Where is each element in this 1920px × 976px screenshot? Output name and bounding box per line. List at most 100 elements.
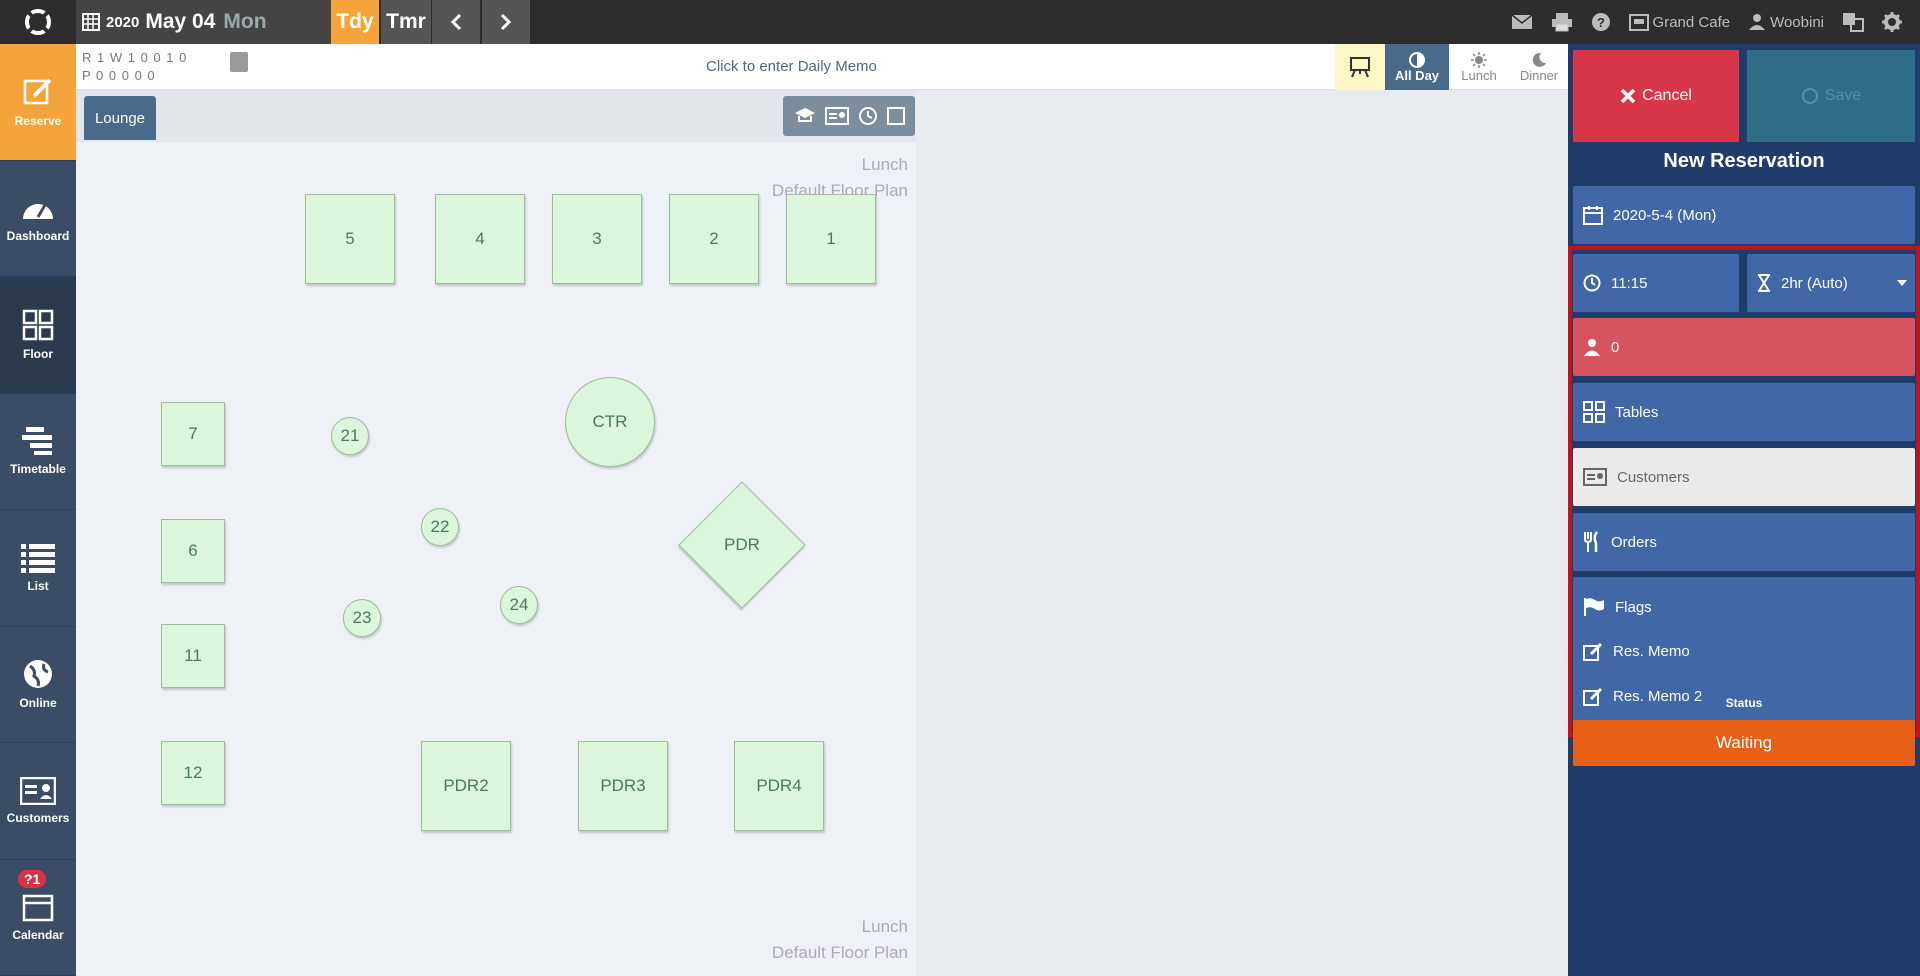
reservation-time-field[interactable]: 11:15 [1573, 254, 1739, 312]
reservation-date-value: 2020-5-4 (Mon) [1613, 206, 1717, 224]
mail-icon[interactable] [1511, 14, 1533, 30]
table-pdr[interactable]: PDR [678, 481, 806, 609]
shift-label-dinner: Dinner [1519, 67, 1559, 83]
timetable-icon [22, 427, 52, 456]
table-5[interactable]: 5 [305, 194, 395, 284]
table-23[interactable]: 23 [343, 599, 381, 637]
language-icon[interactable] [1842, 12, 1864, 32]
sidebar-item-timetable[interactable]: Timetable [0, 394, 76, 510]
customers-field[interactable]: Customers [1573, 448, 1915, 506]
user-menu[interactable]: Woobini [1748, 13, 1824, 31]
clock-icon[interactable] [858, 106, 878, 126]
easel-icon [1350, 57, 1370, 78]
sidebar-item-customers[interactable]: Customers [0, 743, 76, 860]
sidebar-item-calendar[interactable]: ?1 Calendar [0, 860, 76, 976]
next-day-button[interactable] [482, 0, 530, 44]
app-logo-icon[interactable] [0, 0, 76, 44]
table-1[interactable]: 1 [786, 194, 876, 284]
sidebar-item-floor[interactable]: Floor [0, 277, 76, 394]
reservation-date-field[interactable]: 2020-5-4 (Mon) [1573, 186, 1915, 244]
sidebar-item-dashboard[interactable]: Dashboard [0, 161, 76, 277]
sidebar-label-floor: Floor [23, 346, 53, 361]
reservation-time-value: 11:15 [1611, 274, 1648, 292]
today-button[interactable]: Tdy [331, 0, 379, 44]
shift-all-day[interactable]: All Day [1385, 44, 1449, 90]
half-circle-icon [1409, 51, 1425, 68]
sidebar-item-list[interactable]: List [0, 510, 76, 627]
floor-plan-footer: Lunch Default Floor Plan [772, 914, 908, 966]
table-21[interactable]: 21 [331, 417, 369, 455]
dashboard-icon [23, 204, 53, 220]
cancel-label: Cancel [1642, 87, 1692, 104]
date-month-day: May 04 [145, 10, 216, 33]
tables-label: Tables [1615, 403, 1659, 421]
user-icon [1749, 14, 1766, 30]
date-picker[interactable]: 2020 May 04 Mon [76, 0, 331, 44]
sidebar-item-online[interactable]: Online [0, 627, 76, 743]
main-sidebar: Reserve Dashboard Floor Timetable List O… [0, 44, 76, 976]
tab-lounge[interactable]: Lounge [84, 96, 156, 140]
daily-memo-link[interactable]: Click to enter Daily Memo [706, 58, 877, 75]
save-label: Save [1824, 87, 1862, 104]
sidebar-label-online: Online [19, 696, 57, 711]
table-11[interactable]: 11 [161, 624, 225, 688]
globe-icon [24, 660, 52, 689]
table-22[interactable]: 22 [421, 508, 459, 546]
tables-grid-icon [1583, 401, 1605, 423]
memo-count-icon[interactable] [230, 52, 248, 72]
chevron-down-icon [1897, 280, 1907, 286]
id-card-icon[interactable] [824, 107, 849, 125]
calendar-icon [1583, 206, 1603, 225]
customers-label: Customers [1617, 468, 1690, 486]
orders-field[interactable]: Orders [1573, 513, 1915, 571]
status-button[interactable]: Waiting [1573, 720, 1915, 766]
table-4[interactable]: 4 [435, 194, 525, 284]
table-12[interactable]: 12 [161, 741, 225, 805]
plan-shift-bottom: Lunch [861, 917, 908, 936]
person-icon [1584, 339, 1600, 356]
status-label: Status [1725, 696, 1763, 710]
help-icon[interactable]: ? [1591, 12, 1611, 32]
page-title: New Reservation [1663, 150, 1825, 172]
prev-day-button[interactable] [432, 0, 480, 44]
sidebar-label-list: List [27, 578, 49, 593]
sidebar-label-reserve: Reserve [14, 113, 62, 128]
sun-icon [1471, 51, 1487, 68]
sidebar-label-customers: Customers [6, 810, 70, 825]
sidebar-item-reserve[interactable]: Reserve [0, 44, 76, 161]
tables-field[interactable]: Tables [1573, 383, 1915, 441]
id-card-icon [1583, 468, 1607, 486]
table-pdr2[interactable]: PDR2 [421, 741, 511, 831]
res-memo-field[interactable]: Res. Memo [1583, 642, 1690, 662]
duration-dropdown[interactable]: 2hr (Auto) [1747, 254, 1915, 312]
shift-dinner[interactable]: Dinner [1509, 44, 1569, 90]
print-icon[interactable] [1551, 12, 1573, 32]
square-icon[interactable] [886, 107, 905, 125]
table-2[interactable]: 2 [669, 194, 759, 284]
floor-plan-area: Lounge Lunch Default Floor Plan Lunch De… [76, 90, 916, 976]
settings-gear-icon[interactable] [1882, 12, 1902, 32]
table-pdr4[interactable]: PDR4 [734, 741, 824, 831]
layout-toggle-button[interactable] [1335, 44, 1385, 90]
table-3[interactable]: 3 [552, 194, 642, 284]
table-6[interactable]: 6 [161, 519, 225, 583]
plan-shift-top: Lunch [861, 155, 908, 174]
table-ctr[interactable]: CTR [565, 377, 655, 467]
flags-field[interactable]: Flags [1583, 597, 1652, 617]
save-button[interactable]: Save [1747, 50, 1915, 142]
cap-icon[interactable] [794, 107, 816, 125]
restaurant-selector[interactable]: Grand Cafe [1628, 13, 1731, 31]
table-24[interactable]: 24 [500, 586, 538, 624]
tomorrow-button[interactable]: Tmr [381, 0, 431, 44]
date-year: 2020 [106, 13, 140, 31]
guest-count-field[interactable]: 0 [1573, 318, 1915, 376]
cancel-button[interactable]: Cancel [1573, 50, 1739, 142]
shift-label-all-day: All Day [1394, 67, 1440, 83]
cutlery-icon [1584, 531, 1599, 552]
info-bar: R 1 W 1 0 0 1 0 P 0 0 0 0 0 Click to ent… [76, 44, 1568, 90]
orders-label: Orders [1611, 533, 1657, 551]
table-7[interactable]: 7 [161, 402, 225, 466]
shift-lunch[interactable]: Lunch [1449, 44, 1509, 90]
restaurant-name: Grand Cafe [1652, 13, 1731, 31]
table-pdr3[interactable]: PDR3 [578, 741, 668, 831]
